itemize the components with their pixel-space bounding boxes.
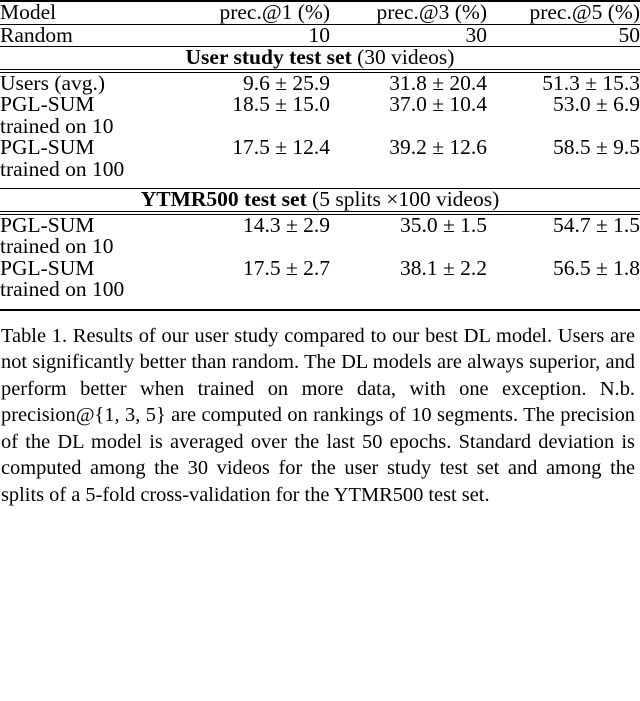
spacer-cell <box>487 116 640 138</box>
pglsum-us10-prec1: 18.5 ± 15.0 <box>232 92 330 116</box>
column-header-prec3: prec.@3 (%) <box>376 0 487 24</box>
pglsum-us10-prec5: 53.0 ± 6.9 <box>552 92 640 116</box>
table-header-row: Model prec.@1 (%) prec.@3 (%) prec.@5 (%… <box>0 0 640 24</box>
table-row-continuation: trained on 100 <box>0 156 640 181</box>
spacer-cell <box>180 116 330 138</box>
table-row-continuation: trained on 10 <box>0 113 640 138</box>
row-label-pglsum-yt10: PGL-SUM <box>0 212 95 237</box>
row-sublabel-pglsum-yt10: trained on 10 <box>0 234 114 258</box>
pglsum-us100-prec5: 58.5 ± 9.5 <box>552 135 640 159</box>
pglsum-yt100-prec1: 17.5 ± 2.7 <box>242 255 330 280</box>
spacer-cell <box>180 159 330 181</box>
spacer-cell <box>330 236 487 258</box>
section-title-1: YTMR500 test set (5 splits ×100 videos) <box>0 187 640 211</box>
users-avg-prec5: 51.3 ± 15.3 <box>542 70 640 95</box>
section-title-detail-1: (5 splits ×100 videos) <box>312 187 500 211</box>
row-gap-bottom <box>0 301 640 310</box>
row-label-random: Random <box>0 22 73 47</box>
table-row-continuation: trained on 10 <box>0 234 640 258</box>
section-title-strong-1: YTMR500 test set <box>140 187 307 211</box>
column-header-prec1: prec.@1 (%) <box>219 0 330 24</box>
spacer-cell <box>180 279 330 301</box>
row-sublabel-pglsum-us10: trained on 10 <box>0 113 114 138</box>
column-header-prec5: prec.@5 (%) <box>529 0 640 24</box>
pglsum-yt10-prec1: 14.3 ± 2.9 <box>242 212 330 237</box>
table-figure-page: Model prec.@1 (%) prec.@3 (%) prec.@5 (%… <box>0 0 640 701</box>
spacer-cell <box>330 116 487 138</box>
pglsum-yt10-prec3: 35.0 ± 1.5 <box>399 212 487 237</box>
spacer-cell <box>330 279 487 301</box>
table-caption-text: Table 1. Results of our user study compa… <box>1 324 635 506</box>
row-label-pglsum-us100: PGL-SUM <box>0 135 95 159</box>
section-header-row-1: YTMR500 test set (5 splits ×100 videos) <box>0 187 640 211</box>
row-sublabel-pglsum-yt100: trained on 100 <box>0 277 125 301</box>
pglsum-yt10-prec5: 54.7 ± 1.5 <box>552 212 640 237</box>
pglsum-us10-prec3: 37.0 ± 10.4 <box>389 92 487 116</box>
table-row: PGL-SUM 14.3 ± 2.9 35.0 ± 1.5 54.7 ± 1.5 <box>0 214 640 236</box>
table-row: PGL-SUM 17.5 ± 2.7 38.1 ± 2.2 56.5 ± 1.8 <box>0 255 640 280</box>
pglsum-yt100-prec5: 56.5 ± 1.8 <box>552 255 640 280</box>
spacer-cell <box>487 279 640 301</box>
row-label-pglsum-us10: PGL-SUM <box>0 92 95 116</box>
table-row: PGL-SUM 17.5 ± 12.4 39.2 ± 12.6 58.5 ± 9… <box>0 135 640 159</box>
random-prec5: 50 <box>618 22 640 47</box>
table-row-random: Random 10 30 50 <box>0 22 640 47</box>
pglsum-us100-prec3: 39.2 ± 12.6 <box>389 135 487 159</box>
row-label-users-avg: Users (avg.) <box>0 70 106 95</box>
spacer-cell <box>330 159 487 181</box>
column-header-model: Model <box>0 0 57 24</box>
table-row-continuation: trained on 100 <box>0 277 640 301</box>
row-label-pglsum-yt100: PGL-SUM <box>0 255 95 280</box>
results-table: Model prec.@1 (%) prec.@3 (%) prec.@5 (%… <box>0 0 640 312</box>
spacer-cell <box>180 236 330 258</box>
table-row: PGL-SUM 18.5 ± 15.0 37.0 ± 10.4 53.0 ± 6… <box>0 92 640 116</box>
users-avg-prec1: 9.6 ± 25.9 <box>242 70 330 95</box>
spacer-cell <box>487 236 640 258</box>
section-title-detail-0: (30 videos) <box>357 45 455 69</box>
pglsum-yt100-prec3: 38.1 ± 2.2 <box>399 255 487 280</box>
row-sublabel-pglsum-us100: trained on 100 <box>0 156 125 181</box>
section-title-0: User study test set (30 videos) <box>0 45 640 69</box>
spacer-cell <box>487 159 640 181</box>
section-title-strong-0: User study test set <box>185 45 352 69</box>
users-avg-prec3: 31.8 ± 20.4 <box>389 70 487 95</box>
pglsum-us100-prec1: 17.5 ± 12.4 <box>232 135 330 159</box>
table-row: Users (avg.) 9.6 ± 25.9 31.8 ± 20.4 51.3… <box>0 72 640 94</box>
table-caption: Table 1. Results of our user study compa… <box>0 311 636 509</box>
section-header-row-0: User study test set (30 videos) <box>0 45 640 69</box>
random-prec3: 30 <box>465 22 488 47</box>
random-prec1: 10 <box>308 22 331 47</box>
